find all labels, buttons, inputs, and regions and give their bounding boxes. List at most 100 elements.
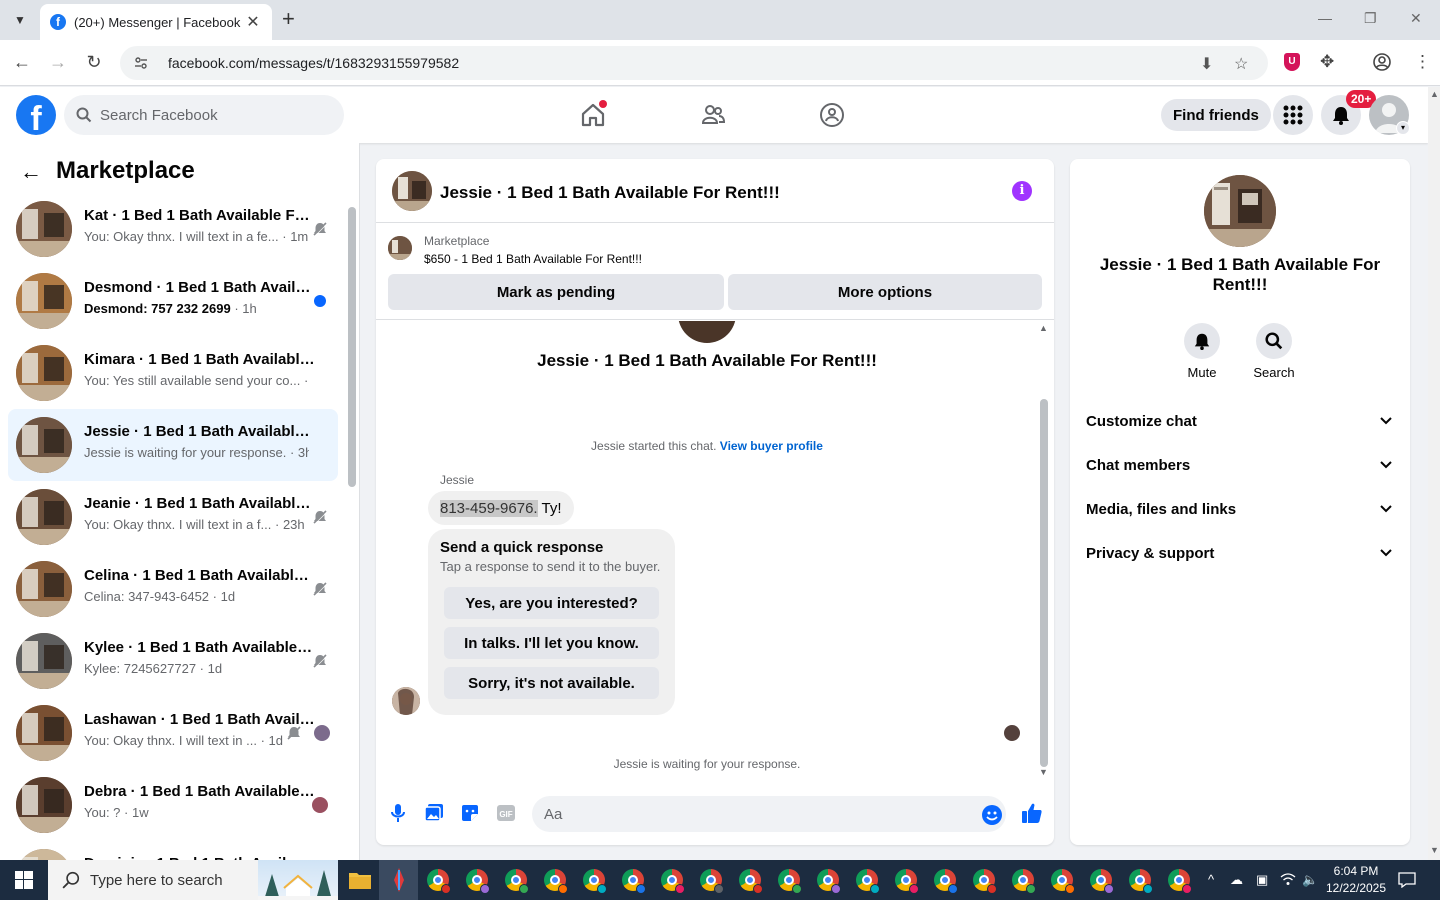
network-icon[interactable] bbox=[1280, 872, 1296, 889]
conversation-item[interactable]: Celina · 1 Bed 1 Bath Available For Rent… bbox=[8, 553, 338, 625]
info-listing-avatar[interactable] bbox=[1204, 175, 1276, 247]
conversation-item[interactable]: Lashawan · 1 Bed 1 Bath Available For Re… bbox=[8, 697, 338, 769]
message-input[interactable] bbox=[532, 796, 1006, 832]
menu-grid-icon[interactable] bbox=[1273, 95, 1313, 135]
attach-photo-icon[interactable] bbox=[422, 801, 446, 825]
page-scroll-up-icon[interactable]: ▲ bbox=[1430, 89, 1439, 99]
chrome-profile-window-icon[interactable] bbox=[925, 860, 964, 900]
window-close-icon[interactable]: ✕ bbox=[1410, 10, 1422, 27]
file-explorer-icon[interactable] bbox=[340, 860, 379, 900]
search-action[interactable]: Search bbox=[1244, 323, 1304, 380]
back-arrow-icon[interactable]: ← bbox=[20, 159, 42, 185]
chrome-profile-window-icon[interactable] bbox=[808, 860, 847, 900]
chrome-profile-window-icon[interactable] bbox=[691, 860, 730, 900]
ublock-extension-icon[interactable]: U bbox=[1284, 53, 1300, 71]
conversation-item[interactable]: Kat · 1 Bed 1 Bath Available For Rent!!!… bbox=[8, 193, 338, 265]
notification-center-icon[interactable] bbox=[1398, 872, 1416, 891]
chat-title[interactable]: Jessie · 1 Bed 1 Bath Available For Rent… bbox=[440, 183, 780, 203]
listing-thumbnail[interactable] bbox=[388, 236, 412, 260]
find-friends-button[interactable]: Find friends bbox=[1161, 99, 1271, 131]
chrome-profile-window-icon[interactable] bbox=[613, 860, 652, 900]
phone-number-text[interactable]: 813-459-9676. bbox=[440, 499, 538, 517]
gif-icon[interactable]: GIF bbox=[494, 801, 518, 825]
site-info-icon[interactable] bbox=[132, 54, 150, 72]
facebook-search-input[interactable] bbox=[100, 106, 320, 124]
chrome-profile-window-icon[interactable] bbox=[847, 860, 886, 900]
pinned-app-icon[interactable] bbox=[379, 860, 418, 900]
conversation-item[interactable]: Kimara · 1 Bed 1 Bath Available For Rent… bbox=[8, 337, 338, 409]
tab-search-chevron-icon[interactable]: ▼ bbox=[8, 8, 32, 32]
install-app-icon[interactable]: ⬇ bbox=[1200, 54, 1213, 74]
chat-scrollbar-thumb[interactable] bbox=[1040, 399, 1048, 767]
chrome-profile-window-icon[interactable] bbox=[730, 860, 769, 900]
chrome-profile-window-icon[interactable] bbox=[652, 860, 691, 900]
omnibox[interactable]: facebook.com/messages/t/1683293155979582… bbox=[120, 46, 1268, 80]
listing-title[interactable]: $650 - 1 Bed 1 Bath Available For Rent!!… bbox=[424, 252, 642, 266]
reload-icon[interactable]: ↻ bbox=[82, 52, 106, 73]
chrome-profile-window-icon[interactable] bbox=[1081, 860, 1120, 900]
view-buyer-profile-link[interactable]: View buyer profile bbox=[720, 439, 823, 453]
quick-reply-interested-button[interactable]: Yes, are you interested? bbox=[444, 587, 659, 619]
account-chevron-down-icon[interactable]: ▾ bbox=[1396, 121, 1410, 135]
media-files-links-section[interactable]: Media, files and links bbox=[1086, 487, 1394, 531]
forward-icon[interactable]: → bbox=[46, 52, 70, 73]
chrome-profile-window-icon[interactable] bbox=[418, 860, 457, 900]
scrollbar-thumb[interactable] bbox=[348, 207, 356, 487]
chrome-profile-window-icon[interactable] bbox=[535, 860, 574, 900]
meet-now-icon[interactable]: ▣ bbox=[1256, 872, 1268, 888]
conversation-item[interactable]: Debra · 1 Bed 1 Bath Available For Rent!… bbox=[8, 769, 338, 841]
mute-action[interactable]: Mute bbox=[1172, 323, 1232, 380]
tab-close-icon[interactable]: ✕ bbox=[244, 12, 262, 32]
chrome-profile-window-icon[interactable] bbox=[964, 860, 1003, 900]
conversation-info-icon[interactable]: i bbox=[1012, 181, 1032, 201]
message-bubble[interactable]: 813-459-9676. Ty! bbox=[428, 491, 574, 525]
chat-scrollbar[interactable]: ▲ ▼ bbox=[1038, 321, 1050, 779]
scroll-down-icon[interactable]: ▼ bbox=[1039, 767, 1048, 777]
friends-nav-icon[interactable] bbox=[697, 99, 729, 131]
chrome-menu-icon[interactable]: ⋮ bbox=[1414, 52, 1431, 72]
chrome-profile-window-icon[interactable] bbox=[574, 860, 613, 900]
conversation-item[interactable]: Jeanie · 1 Bed 1 Bath Available For Rent… bbox=[8, 481, 338, 553]
facebook-logo-icon[interactable]: f bbox=[16, 95, 56, 135]
restore-icon[interactable]: ❐ bbox=[1364, 10, 1377, 27]
groups-nav-icon[interactable] bbox=[816, 99, 848, 131]
emoji-picker-icon[interactable] bbox=[982, 805, 1002, 825]
browser-tab[interactable]: f (20+) Messenger | Facebook ✕ bbox=[40, 4, 272, 40]
windows-start-icon[interactable] bbox=[0, 860, 48, 900]
sticker-icon[interactable] bbox=[458, 801, 482, 825]
home-nav-icon[interactable] bbox=[577, 99, 609, 131]
onedrive-cloud-icon[interactable]: ☁ bbox=[1230, 872, 1243, 888]
conversation-list-scrollbar[interactable] bbox=[345, 193, 357, 853]
sender-avatar[interactable] bbox=[392, 687, 420, 715]
chat-listing-avatar[interactable] bbox=[392, 171, 432, 211]
thumbs-up-icon[interactable] bbox=[1020, 801, 1044, 825]
privacy-support-section[interactable]: Privacy & support bbox=[1086, 531, 1394, 575]
conversation-item[interactable]: Dominic · 1 Bed 1 Bath Available For Ren… bbox=[8, 841, 338, 860]
mute-bell-icon[interactable] bbox=[1184, 323, 1220, 359]
search-in-conversation-icon[interactable] bbox=[1256, 323, 1292, 359]
new-tab-icon[interactable]: + bbox=[282, 8, 295, 30]
quick-reply-not-available-button[interactable]: Sorry, it's not available. bbox=[444, 667, 659, 699]
taskbar-search-input[interactable] bbox=[90, 871, 270, 889]
quick-reply-in-talks-button[interactable]: In talks. I'll let you know. bbox=[444, 627, 659, 659]
chrome-profile-window-icon[interactable] bbox=[1159, 860, 1198, 900]
more-options-button[interactable]: More options bbox=[728, 274, 1042, 310]
system-clock[interactable]: 6:04 PM 12/22/2025 bbox=[1322, 863, 1390, 897]
chrome-profile-window-icon[interactable] bbox=[769, 860, 808, 900]
extensions-puzzle-icon[interactable]: ✥ bbox=[1320, 52, 1334, 72]
back-icon[interactable]: ← bbox=[10, 52, 34, 73]
facebook-search[interactable] bbox=[64, 95, 344, 135]
volume-icon[interactable]: 🔈 bbox=[1302, 872, 1318, 888]
chrome-profile-window-icon[interactable] bbox=[1120, 860, 1159, 900]
profile-icon[interactable] bbox=[1372, 52, 1392, 77]
chrome-profile-window-icon[interactable] bbox=[886, 860, 925, 900]
chrome-profile-window-icon[interactable] bbox=[457, 860, 496, 900]
customize-chat-section[interactable]: Customize chat bbox=[1086, 399, 1394, 443]
show-hidden-icons-chevron-icon[interactable]: ^ bbox=[1208, 872, 1214, 887]
chrome-profile-window-icon[interactable] bbox=[1042, 860, 1081, 900]
mark-as-pending-button[interactable]: Mark as pending bbox=[388, 274, 724, 310]
scroll-up-icon[interactable]: ▲ bbox=[1039, 323, 1048, 333]
bookmark-star-icon[interactable]: ☆ bbox=[1234, 54, 1248, 74]
conversation-item[interactable]: Kylee · 1 Bed 1 Bath Available For Rent!… bbox=[8, 625, 338, 697]
voice-clip-icon[interactable] bbox=[386, 801, 410, 825]
